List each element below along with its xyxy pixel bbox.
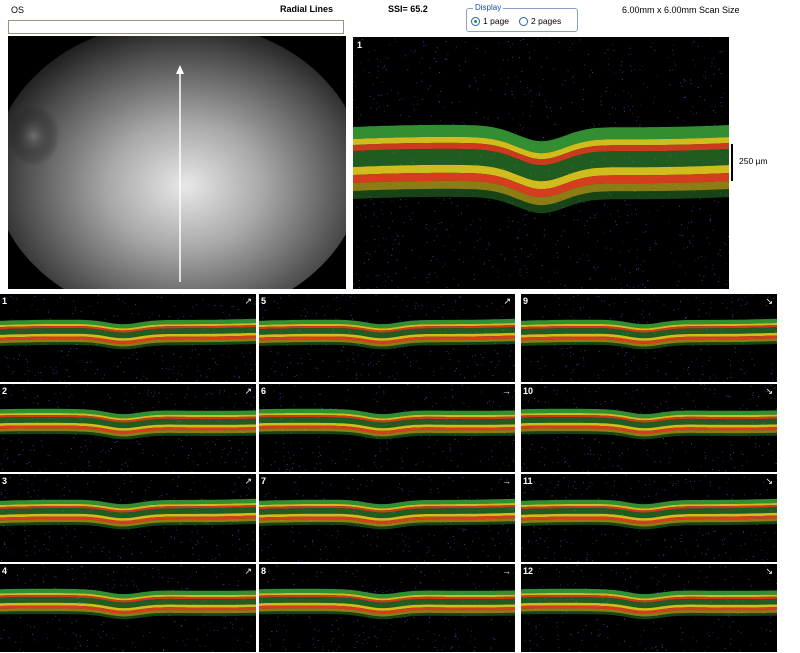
scan-direction-icon: ↘ (765, 386, 773, 396)
scan-direction-icon: ↘ (765, 476, 773, 486)
thumbnail-image (521, 474, 777, 562)
thumbnail-number: 7 (261, 476, 267, 486)
scan-direction-icon: → (502, 566, 511, 576)
thumbnail-image (0, 294, 256, 382)
main-oct-scan: 1 (353, 37, 729, 289)
display-options-group: Display 1 page 2 pages (466, 3, 578, 32)
thumbnail-image (0, 384, 256, 472)
display-legend: Display (473, 3, 504, 12)
thumbnail-image (259, 294, 515, 382)
thumbnail-scan-1[interactable]: 1 ↗ (0, 294, 256, 382)
thumbnail-number: 9 (523, 296, 529, 306)
main-scan-number: 1 (357, 40, 363, 50)
scan-size-label: 6.00mm x 6.00mm Scan Size (622, 5, 740, 15)
scan-direction-icon: → (502, 476, 511, 486)
thumbnail-number: 10 (523, 386, 534, 396)
scan-type-label: Radial Lines (280, 4, 334, 14)
one-page-radio[interactable]: 1 page (471, 16, 509, 26)
thumbnail-scan-6[interactable]: 6 → (259, 384, 515, 472)
thumbnail-scan-10[interactable]: 10 ↘ (521, 384, 777, 472)
scan-direction-icon: ↗ (244, 296, 252, 306)
thumbnail-image (0, 564, 256, 652)
thumbnail-scan-11[interactable]: 11 ↘ (521, 474, 777, 562)
thumbnail-scan-5[interactable]: 5 ↗ (259, 294, 515, 382)
scan-direction-icon: ↗ (244, 566, 252, 576)
thumbnail-scan-4[interactable]: 4 ↗ (0, 564, 256, 652)
scan-direction-icon: → (502, 386, 511, 396)
thumbnail-image (521, 564, 777, 652)
scan-direction-icon: ↗ (244, 476, 252, 486)
scan-direction-icon: ↗ (503, 296, 511, 306)
radio-selected-icon (471, 16, 480, 26)
two-pages-radio[interactable]: 2 pages (519, 16, 561, 26)
thumbnail-image (521, 384, 777, 472)
thumbnail-number: 2 (2, 386, 8, 396)
thumbnail-image (521, 294, 777, 382)
scale-label: 250 µm (739, 156, 768, 166)
thumbnail-scan-7[interactable]: 7 → (259, 474, 515, 562)
scan-direction-icon: ↘ (765, 566, 773, 576)
eye-label: OS (11, 5, 25, 15)
thumbnail-image (259, 564, 515, 652)
thumbnail-number: 11 (523, 476, 533, 486)
thumbnail-number: 6 (261, 386, 267, 396)
ssi-value: SSI= 65.2 (388, 4, 428, 14)
thumbnail-scan-8[interactable]: 8 → (259, 564, 515, 652)
fundus-header-bar (8, 20, 344, 34)
scan-direction-icon: ↘ (765, 296, 773, 306)
scale-bar (731, 144, 733, 181)
two-pages-label: 2 pages (531, 16, 562, 26)
thumbnail-scan-9[interactable]: 9 ↘ (521, 294, 777, 382)
thumbnail-image (0, 474, 256, 562)
fundus-image (8, 36, 346, 289)
radio-unselected-icon (519, 16, 528, 26)
thumbnail-number: 1 (2, 296, 8, 306)
main-oct-image (353, 37, 729, 289)
thumbnail-scan-12[interactable]: 12 ↘ (521, 564, 777, 652)
one-page-label: 1 page (483, 16, 509, 26)
scan-direction-icon: ↗ (244, 386, 252, 396)
thumbnail-scan-3[interactable]: 3 ↗ (0, 474, 256, 562)
thumbnail-image (259, 474, 515, 562)
thumbnail-scan-2[interactable]: 2 ↗ (0, 384, 256, 472)
thumbnail-number: 4 (2, 566, 8, 576)
thumbnail-number: 12 (523, 566, 534, 576)
thumbnail-image (259, 384, 515, 472)
thumbnail-number: 8 (261, 566, 267, 576)
thumbnail-number: 5 (261, 296, 267, 306)
thumbnail-number: 3 (2, 476, 8, 486)
